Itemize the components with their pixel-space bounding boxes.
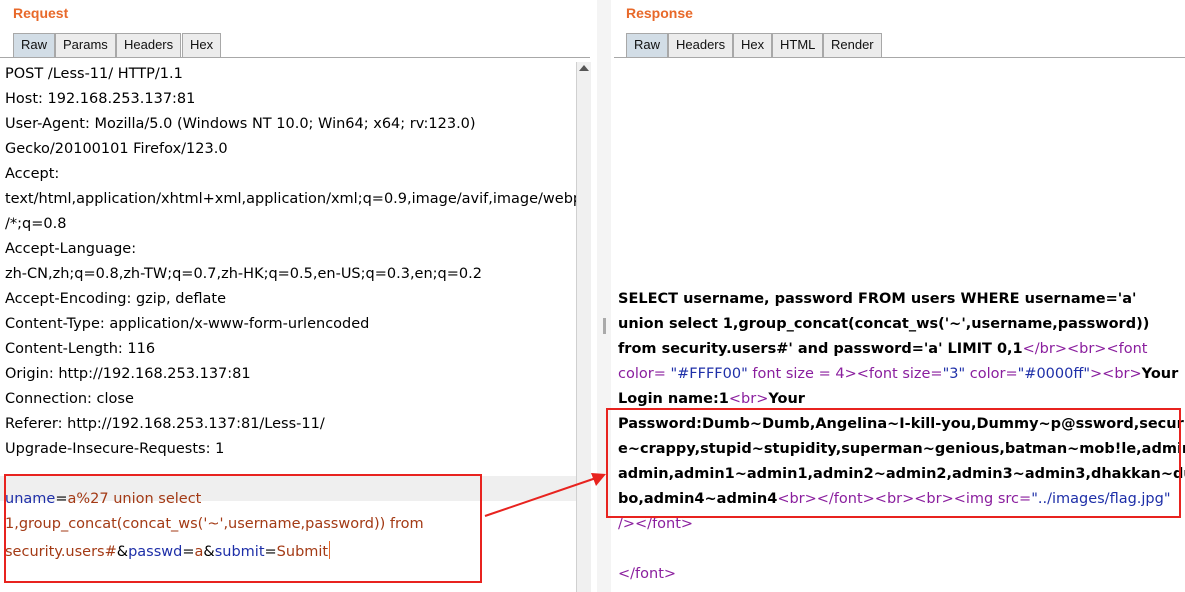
arrow-annotation-icon	[484, 473, 606, 517]
